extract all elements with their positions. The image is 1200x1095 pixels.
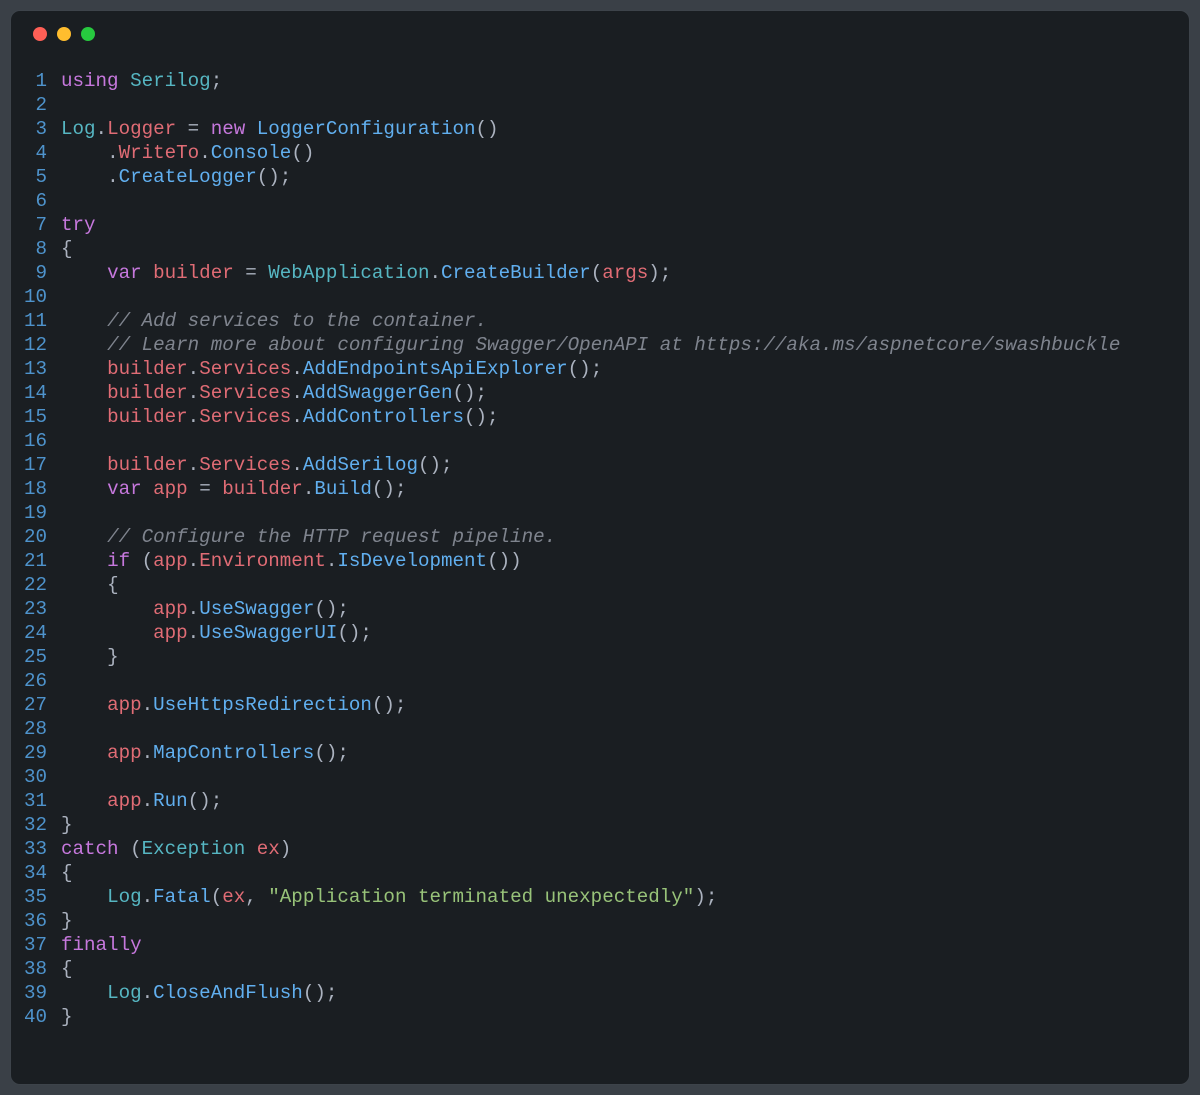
line-number: 27 — [11, 693, 61, 717]
line-number: 33 — [11, 837, 61, 861]
line-number: 10 — [11, 285, 61, 309]
line-number: 38 — [11, 957, 61, 981]
line-number: 11 — [11, 309, 61, 333]
line-number: 32 — [11, 813, 61, 837]
close-icon[interactable] — [33, 27, 47, 41]
code-line: 6 — [11, 189, 1189, 213]
line-number: 1 — [11, 69, 61, 93]
line-number: 26 — [11, 669, 61, 693]
code-line: 16 — [11, 429, 1189, 453]
code-line: 22 { — [11, 573, 1189, 597]
code-line: 31 app.Run(); — [11, 789, 1189, 813]
line-number: 13 — [11, 357, 61, 381]
line-number: 12 — [11, 333, 61, 357]
code-line: 40} — [11, 1005, 1189, 1029]
line-number: 36 — [11, 909, 61, 933]
code-line: 10 — [11, 285, 1189, 309]
code-line: 35 Log.Fatal(ex, "Application terminated… — [11, 885, 1189, 909]
code-editor[interactable]: 1using Serilog; 2 3Log.Logger = new Logg… — [11, 57, 1189, 1049]
code-line: 1using Serilog; — [11, 69, 1189, 93]
code-line: 29 app.MapControllers(); — [11, 741, 1189, 765]
line-number: 16 — [11, 429, 61, 453]
line-number: 25 — [11, 645, 61, 669]
line-number: 20 — [11, 525, 61, 549]
code-line: 38{ — [11, 957, 1189, 981]
code-line: 13 builder.Services.AddEndpointsApiExplo… — [11, 357, 1189, 381]
code-line: 3Log.Logger = new LoggerConfiguration() — [11, 117, 1189, 141]
line-number: 34 — [11, 861, 61, 885]
code-line: 37finally — [11, 933, 1189, 957]
line-number: 39 — [11, 981, 61, 1005]
code-line: 36} — [11, 909, 1189, 933]
code-line: 11 // Add services to the container. — [11, 309, 1189, 333]
line-number: 6 — [11, 189, 61, 213]
zoom-icon[interactable] — [81, 27, 95, 41]
code-line: 14 builder.Services.AddSwaggerGen(); — [11, 381, 1189, 405]
line-number: 21 — [11, 549, 61, 573]
line-number: 5 — [11, 165, 61, 189]
line-number: 8 — [11, 237, 61, 261]
line-number: 30 — [11, 765, 61, 789]
code-line: 28 — [11, 717, 1189, 741]
line-number: 22 — [11, 573, 61, 597]
line-number: 35 — [11, 885, 61, 909]
line-number: 24 — [11, 621, 61, 645]
editor-window: 1using Serilog; 2 3Log.Logger = new Logg… — [10, 10, 1190, 1085]
code-line: 17 builder.Services.AddSerilog(); — [11, 453, 1189, 477]
line-number: 28 — [11, 717, 61, 741]
titlebar — [11, 11, 1189, 57]
code-line: 32} — [11, 813, 1189, 837]
line-number: 9 — [11, 261, 61, 285]
line-number: 23 — [11, 597, 61, 621]
line-number: 29 — [11, 741, 61, 765]
code-line: 4 .WriteTo.Console() — [11, 141, 1189, 165]
code-line: 39 Log.CloseAndFlush(); — [11, 981, 1189, 1005]
code-line: 27 app.UseHttpsRedirection(); — [11, 693, 1189, 717]
line-number: 17 — [11, 453, 61, 477]
line-number: 4 — [11, 141, 61, 165]
code-line: 7try — [11, 213, 1189, 237]
code-line: 23 app.UseSwagger(); — [11, 597, 1189, 621]
line-number: 31 — [11, 789, 61, 813]
line-number: 15 — [11, 405, 61, 429]
line-number: 3 — [11, 117, 61, 141]
line-number: 2 — [11, 93, 61, 117]
code-line: 12 // Learn more about configuring Swagg… — [11, 333, 1189, 357]
code-line: 19 — [11, 501, 1189, 525]
line-number: 14 — [11, 381, 61, 405]
code-line: 24 app.UseSwaggerUI(); — [11, 621, 1189, 645]
minimize-icon[interactable] — [57, 27, 71, 41]
code-line: 20 // Configure the HTTP request pipelin… — [11, 525, 1189, 549]
line-number: 37 — [11, 933, 61, 957]
line-number: 7 — [11, 213, 61, 237]
code-line: 2 — [11, 93, 1189, 117]
code-line: 34{ — [11, 861, 1189, 885]
line-number: 19 — [11, 501, 61, 525]
code-line: 18 var app = builder.Build(); — [11, 477, 1189, 501]
code-line: 26 — [11, 669, 1189, 693]
code-line: 25 } — [11, 645, 1189, 669]
line-number: 18 — [11, 477, 61, 501]
line-number: 40 — [11, 1005, 61, 1029]
code-line: 9 var builder = WebApplication.CreateBui… — [11, 261, 1189, 285]
code-line: 15 builder.Services.AddControllers(); — [11, 405, 1189, 429]
code-line: 8{ — [11, 237, 1189, 261]
code-line: 30 — [11, 765, 1189, 789]
code-line: 33catch (Exception ex) — [11, 837, 1189, 861]
code-line: 5 .CreateLogger(); — [11, 165, 1189, 189]
code-line: 21 if (app.Environment.IsDevelopment()) — [11, 549, 1189, 573]
